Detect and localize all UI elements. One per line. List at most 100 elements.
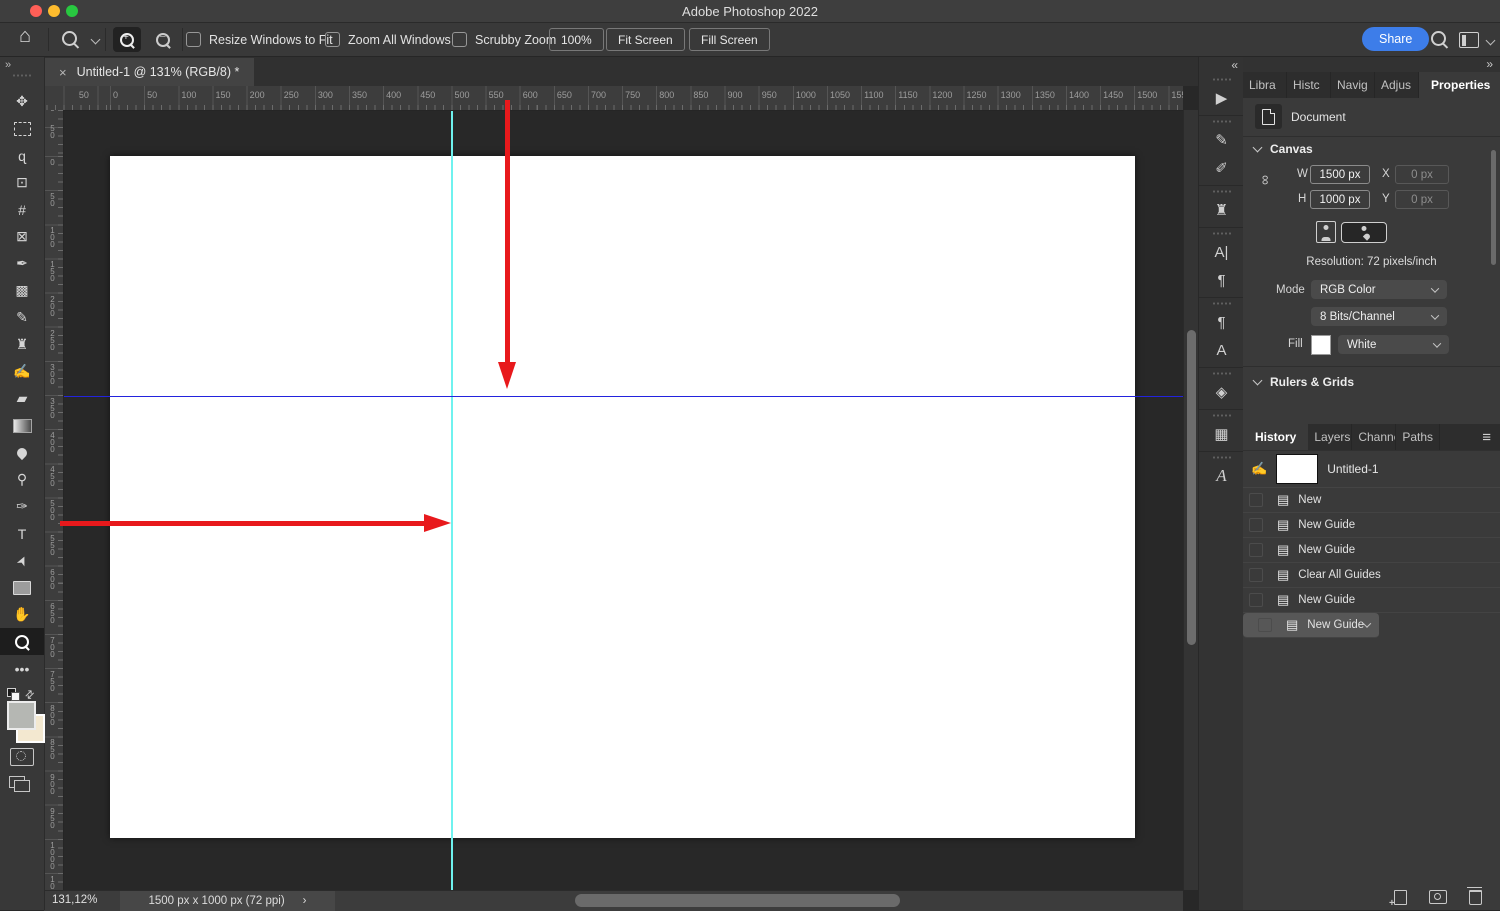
lasso-tool[interactable]: ɋ [0,142,44,169]
status-chevron-icon[interactable]: › [303,895,307,907]
panel-grip[interactable] [1211,190,1232,193]
type-tool[interactable]: T [0,520,44,547]
tab-adjus[interactable]: Adjus [1375,72,1419,98]
tab-navig[interactable]: Navig [1331,72,1375,98]
canvas-section-chevron-icon[interactable] [1252,142,1263,153]
rectangle-tool[interactable] [0,574,44,601]
rectangular-marquee-tool[interactable] [0,115,44,142]
character-styles-panel[interactable]: A [1199,336,1244,364]
hand-tool[interactable]: ✋ [0,601,44,628]
panel-menu-icon[interactable]: ≡ [1473,424,1500,450]
link-dimensions-icon[interactable]: ∞ [1258,175,1274,185]
object-selection-tool[interactable]: ⊡ [0,169,44,196]
pen-tool[interactable]: ✑ [0,493,44,520]
panel-grip[interactable] [1211,302,1232,305]
zoom-in-button[interactable]: + [113,27,141,52]
history-brush-well[interactable] [1249,593,1263,607]
swap-colors-icon[interactable]: ⇄ [22,687,37,702]
status-doc-info[interactable]: 1500 px x 1000 px (72 ppi) › [120,891,335,911]
share-button[interactable]: Share [1362,27,1430,51]
properties-scrollbar-thumb[interactable] [1491,150,1496,265]
panel-grip[interactable] [1211,78,1232,81]
path-selection-tool[interactable]: ➤ [0,547,44,574]
status-zoom-level[interactable]: 131,12% [52,894,97,906]
blur-tool[interactable] [0,439,44,466]
vertical-scrollbar-thumb[interactable] [1187,330,1196,645]
panel-grip[interactable] [1211,456,1232,459]
actions-panel[interactable]: ▶ [1199,84,1244,112]
history-state-row[interactable]: ▤ New [1243,488,1500,513]
vertical-guide[interactable] [451,110,453,890]
chevron-down-icon[interactable] [1485,35,1496,46]
rulers-grids-header[interactable]: Rulers & Grids [1270,375,1354,389]
horizontal-scrollbar-thumb[interactable] [575,894,900,907]
history-snapshot-row[interactable]: ✍ Untitled-1 [1243,451,1500,488]
fill-screen-button[interactable]: Fill Screen [689,28,770,51]
document-type-button[interactable] [1255,104,1282,129]
vertical-scrollbar[interactable] [1183,110,1199,890]
history-brush-well[interactable] [1249,518,1263,532]
history-brush-well[interactable] [1258,618,1272,632]
tab-channels[interactable]: Channels [1352,424,1397,450]
delete-state-icon[interactable] [1467,886,1482,905]
chevron-down-icon[interactable] [90,34,101,45]
clone-source-panel[interactable]: ♜ [1199,196,1244,224]
collapse-panels-icon[interactable]: « [1231,58,1238,72]
default-colors-icon[interactable] [7,688,20,701]
zoom-out-button[interactable]: – [149,27,177,52]
eyedropper-tool[interactable]: ✒ [0,250,44,277]
search-icon[interactable] [1431,31,1446,46]
new-snapshot-icon[interactable] [1429,890,1447,904]
edit-toolbar[interactable]: ••• [0,655,44,682]
paragraph-panel[interactable]: ¶ [1199,266,1244,294]
bit-depth-select[interactable]: 8 Bits/Channel [1311,307,1447,326]
foreground-color-swatch[interactable] [7,701,36,730]
crop-tool[interactable]: # [0,196,44,223]
tab-layers[interactable]: Layers [1308,424,1353,450]
clone-stamp-tool[interactable]: ♜ [0,331,44,358]
zoom-all-windows-checkbox[interactable]: Zoom All Windows [325,32,451,47]
canvas-viewport[interactable] [63,110,1183,890]
home-icon[interactable]: ⌂ [19,25,31,48]
expand-panels-icon[interactable]: » [1486,57,1493,71]
history-state-row[interactable]: ▤ Clear All Guides [1243,563,1500,588]
history-brush-well[interactable] [1249,493,1263,507]
brush-settings-panel[interactable]: ✎ [1199,126,1244,154]
dodge-tool[interactable]: ⚲ [0,466,44,493]
fill-color-swatch[interactable] [1311,335,1331,355]
glyphs-panel[interactable]: A [1199,462,1244,490]
color-mode-select[interactable]: RGB Color [1311,280,1447,299]
tab-properties[interactable]: Properties [1419,72,1500,98]
landscape-orientation-button[interactable] [1341,222,1387,243]
new-document-from-state-icon[interactable] [1389,889,1407,909]
y-field[interactable]: 0 px [1395,190,1449,209]
tab-history[interactable]: History [1243,424,1309,450]
history-state-row[interactable]: ▤ New Guide [1243,588,1500,613]
gradient-tool[interactable] [0,412,44,439]
portrait-orientation-button[interactable] [1316,221,1336,243]
screen-mode-button[interactable] [9,776,30,792]
history-brush-tool[interactable]: ✍ [0,358,44,385]
brush-tool[interactable]: ✎ [0,304,44,331]
document-tab[interactable]: × Untitled-1 @ 131% (RGB/8) * [44,58,255,86]
history-brush-well[interactable] [1249,543,1263,557]
spot-healing-brush-tool[interactable]: ▩ [0,277,44,304]
x-field[interactable]: 0 px [1395,165,1449,184]
horizontal-ruler[interactable]: 50 0 50 100 150 200 250 300 350 400 450 500 550 600 65… [44,86,1183,111]
paragraph-styles-panel[interactable]: ¶ [1199,308,1244,336]
history-state-row[interactable]: ▤ New Guide [1243,538,1500,563]
history-state-row[interactable]: ▤ New Guide [1243,513,1500,538]
fit-screen-button[interactable]: Fit Screen [606,28,685,51]
panel-grip[interactable] [1211,414,1232,417]
brushes-panel[interactable]: ✐ [1199,154,1244,182]
panel-grip[interactable] [1211,232,1232,235]
history-state-row[interactable]: ▤ New Guide [1243,613,1380,638]
quick-mask-button[interactable] [10,748,34,766]
character-panel[interactable]: A| [1199,238,1244,266]
history-brush-source-icon[interactable]: ✍ [1251,461,1267,477]
vertical-ruler[interactable]: 1005005010015020025030035040045050055060… [44,110,64,890]
tab-libra[interactable]: Libra [1243,72,1287,98]
scrubby-zoom-checkbox[interactable]: Scrubby Zoom [452,32,556,47]
materials-panel[interactable]: ◈ [1199,378,1244,406]
canvas-section-header[interactable]: Canvas [1270,142,1313,156]
